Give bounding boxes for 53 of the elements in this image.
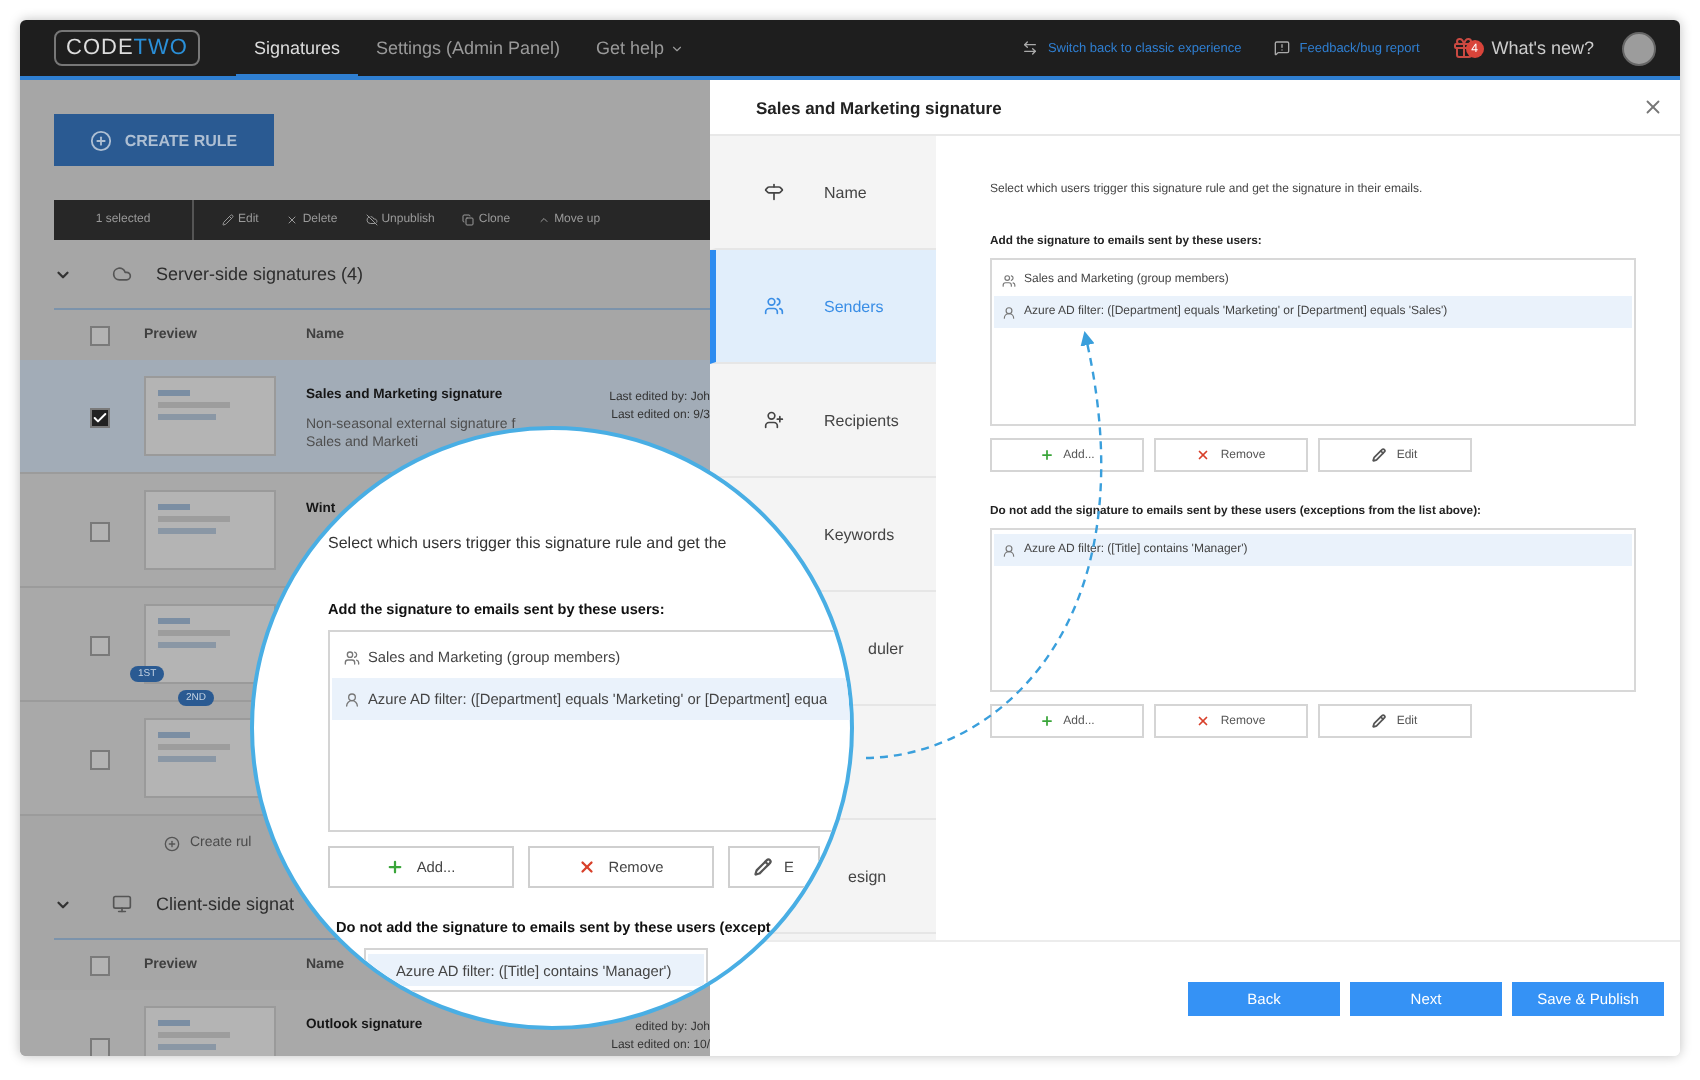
close-icon: [1196, 714, 1211, 728]
user-icon: [1002, 543, 1016, 557]
copy-icon: [462, 214, 475, 226]
checkbox[interactable]: [90, 1038, 110, 1056]
checkbox[interactable]: [90, 408, 110, 428]
checkbox[interactable]: [90, 955, 110, 975]
checkbox[interactable]: [90, 750, 110, 770]
swap-icon: [1021, 40, 1038, 56]
users-icon: [764, 296, 784, 316]
nav-tab[interactable]: Get help: [578, 22, 703, 78]
plus-icon: [1039, 448, 1054, 462]
signpost-icon: [764, 182, 784, 202]
avatar[interactable]: [1622, 31, 1656, 65]
step-tab[interactable]: Keywords: [824, 525, 895, 543]
close-icon: [1196, 448, 1211, 462]
section-title: Server-side signatures (4): [156, 264, 364, 284]
step-tab[interactable]: Recipients: [824, 411, 899, 429]
plus-icon: [386, 858, 405, 876]
plus-icon: [1039, 714, 1054, 728]
monitor-icon: [112, 894, 132, 914]
users-icon: [1002, 273, 1016, 287]
users-icon: [344, 649, 360, 665]
user-plus-icon: [764, 410, 784, 430]
user-icon: [344, 691, 360, 707]
pencil-icon: [754, 858, 773, 876]
create-rule-button[interactable]: CREATE RULE: [54, 114, 274, 166]
cloud-icon: [365, 214, 378, 226]
section-title: Client-side signat: [156, 894, 295, 914]
cloud-icon: [112, 264, 132, 284]
close-icon: [286, 214, 299, 226]
user-icon: [1002, 305, 1016, 319]
logo: CODETWO: [54, 30, 200, 66]
close-icon[interactable]: [1642, 96, 1664, 118]
pencil-icon: [1372, 714, 1387, 728]
nav-tab[interactable]: Settings (Admin Panel): [357, 22, 579, 78]
close-icon: [578, 858, 597, 876]
checkbox[interactable]: [90, 636, 110, 656]
chevron-up-icon: [538, 214, 551, 226]
gift-icon: [1451, 36, 1476, 60]
pencil-icon: [222, 214, 234, 226]
step-tab[interactable]: esign: [848, 867, 887, 885]
pencil-icon: [1372, 448, 1387, 462]
signature-thumbnail: [144, 490, 276, 570]
plus-circle-icon: [90, 129, 113, 151]
signature-thumbnail: [144, 376, 276, 456]
checkbox[interactable]: [90, 522, 110, 542]
add-icon: [164, 835, 180, 851]
feedback-icon: [1273, 40, 1290, 56]
checkbox[interactable]: [90, 325, 110, 345]
step-tab[interactable]: duler: [868, 639, 904, 657]
panel-title: Sales and Marketing signature: [756, 97, 1002, 117]
step-tab[interactable]: Name: [824, 183, 867, 201]
chevron-down-icon: [670, 41, 685, 55]
